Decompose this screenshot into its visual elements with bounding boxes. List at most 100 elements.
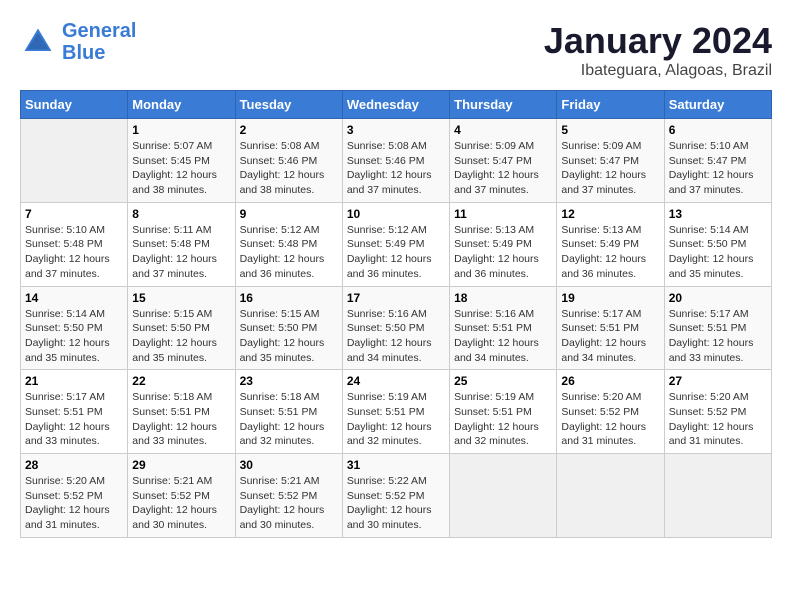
calendar-cell: 9 Sunrise: 5:12 AM Sunset: 5:48 PM Dayli… bbox=[235, 202, 342, 286]
day-number: 10 bbox=[347, 207, 445, 221]
logo-text: General Blue bbox=[62, 20, 136, 64]
day-number: 15 bbox=[132, 291, 230, 305]
day-number: 30 bbox=[240, 458, 338, 472]
calendar-cell: 21 Sunrise: 5:17 AM Sunset: 5:51 PM Dayl… bbox=[21, 370, 128, 454]
day-info: Sunrise: 5:16 AM Sunset: 5:51 PM Dayligh… bbox=[454, 307, 552, 366]
col-monday: Monday bbox=[128, 91, 235, 119]
day-number: 29 bbox=[132, 458, 230, 472]
day-info: Sunrise: 5:14 AM Sunset: 5:50 PM Dayligh… bbox=[669, 223, 767, 282]
title-block: January 2024 Ibateguara, Alagoas, Brazil bbox=[544, 20, 772, 80]
col-friday: Friday bbox=[557, 91, 664, 119]
calendar-cell bbox=[21, 119, 128, 203]
col-tuesday: Tuesday bbox=[235, 91, 342, 119]
day-number: 28 bbox=[25, 458, 123, 472]
day-info: Sunrise: 5:08 AM Sunset: 5:46 PM Dayligh… bbox=[240, 139, 338, 198]
calendar-cell: 23 Sunrise: 5:18 AM Sunset: 5:51 PM Dayl… bbox=[235, 370, 342, 454]
calendar-cell: 14 Sunrise: 5:14 AM Sunset: 5:50 PM Dayl… bbox=[21, 286, 128, 370]
calendar-cell: 26 Sunrise: 5:20 AM Sunset: 5:52 PM Dayl… bbox=[557, 370, 664, 454]
day-info: Sunrise: 5:20 AM Sunset: 5:52 PM Dayligh… bbox=[669, 390, 767, 449]
day-info: Sunrise: 5:12 AM Sunset: 5:49 PM Dayligh… bbox=[347, 223, 445, 282]
calendar-title: January 2024 bbox=[544, 20, 772, 62]
day-number: 22 bbox=[132, 374, 230, 388]
calendar-cell bbox=[557, 454, 664, 538]
day-number: 6 bbox=[669, 123, 767, 137]
day-number: 14 bbox=[25, 291, 123, 305]
calendar-cell: 22 Sunrise: 5:18 AM Sunset: 5:51 PM Dayl… bbox=[128, 370, 235, 454]
day-info: Sunrise: 5:13 AM Sunset: 5:49 PM Dayligh… bbox=[454, 223, 552, 282]
calendar-week-row: 1 Sunrise: 5:07 AM Sunset: 5:45 PM Dayli… bbox=[21, 119, 772, 203]
day-info: Sunrise: 5:11 AM Sunset: 5:48 PM Dayligh… bbox=[132, 223, 230, 282]
calendar-cell: 29 Sunrise: 5:21 AM Sunset: 5:52 PM Dayl… bbox=[128, 454, 235, 538]
day-number: 2 bbox=[240, 123, 338, 137]
day-info: Sunrise: 5:10 AM Sunset: 5:47 PM Dayligh… bbox=[669, 139, 767, 198]
day-info: Sunrise: 5:18 AM Sunset: 5:51 PM Dayligh… bbox=[132, 390, 230, 449]
day-info: Sunrise: 5:22 AM Sunset: 5:52 PM Dayligh… bbox=[347, 474, 445, 533]
day-number: 9 bbox=[240, 207, 338, 221]
col-sunday: Sunday bbox=[21, 91, 128, 119]
day-number: 24 bbox=[347, 374, 445, 388]
calendar-week-row: 14 Sunrise: 5:14 AM Sunset: 5:50 PM Dayl… bbox=[21, 286, 772, 370]
day-number: 11 bbox=[454, 207, 552, 221]
calendar-week-row: 21 Sunrise: 5:17 AM Sunset: 5:51 PM Dayl… bbox=[21, 370, 772, 454]
calendar-header-row: Sunday Monday Tuesday Wednesday Thursday… bbox=[21, 91, 772, 119]
day-info: Sunrise: 5:17 AM Sunset: 5:51 PM Dayligh… bbox=[669, 307, 767, 366]
calendar-cell: 4 Sunrise: 5:09 AM Sunset: 5:47 PM Dayli… bbox=[450, 119, 557, 203]
day-number: 16 bbox=[240, 291, 338, 305]
calendar-cell bbox=[664, 454, 771, 538]
calendar-cell: 24 Sunrise: 5:19 AM Sunset: 5:51 PM Dayl… bbox=[342, 370, 449, 454]
calendar-cell: 12 Sunrise: 5:13 AM Sunset: 5:49 PM Dayl… bbox=[557, 202, 664, 286]
day-number: 17 bbox=[347, 291, 445, 305]
calendar-cell: 6 Sunrise: 5:10 AM Sunset: 5:47 PM Dayli… bbox=[664, 119, 771, 203]
day-info: Sunrise: 5:17 AM Sunset: 5:51 PM Dayligh… bbox=[25, 390, 123, 449]
day-number: 1 bbox=[132, 123, 230, 137]
day-number: 21 bbox=[25, 374, 123, 388]
day-info: Sunrise: 5:19 AM Sunset: 5:51 PM Dayligh… bbox=[347, 390, 445, 449]
day-number: 7 bbox=[25, 207, 123, 221]
calendar-cell: 8 Sunrise: 5:11 AM Sunset: 5:48 PM Dayli… bbox=[128, 202, 235, 286]
day-info: Sunrise: 5:09 AM Sunset: 5:47 PM Dayligh… bbox=[454, 139, 552, 198]
day-info: Sunrise: 5:07 AM Sunset: 5:45 PM Dayligh… bbox=[132, 139, 230, 198]
day-info: Sunrise: 5:20 AM Sunset: 5:52 PM Dayligh… bbox=[25, 474, 123, 533]
calendar-cell: 19 Sunrise: 5:17 AM Sunset: 5:51 PM Dayl… bbox=[557, 286, 664, 370]
calendar-cell: 25 Sunrise: 5:19 AM Sunset: 5:51 PM Dayl… bbox=[450, 370, 557, 454]
calendar-cell: 5 Sunrise: 5:09 AM Sunset: 5:47 PM Dayli… bbox=[557, 119, 664, 203]
day-info: Sunrise: 5:10 AM Sunset: 5:48 PM Dayligh… bbox=[25, 223, 123, 282]
calendar-cell: 10 Sunrise: 5:12 AM Sunset: 5:49 PM Dayl… bbox=[342, 202, 449, 286]
day-number: 13 bbox=[669, 207, 767, 221]
day-number: 12 bbox=[561, 207, 659, 221]
day-number: 18 bbox=[454, 291, 552, 305]
calendar-cell: 17 Sunrise: 5:16 AM Sunset: 5:50 PM Dayl… bbox=[342, 286, 449, 370]
page-header: General Blue January 2024 Ibateguara, Al… bbox=[20, 20, 772, 80]
calendar-cell: 2 Sunrise: 5:08 AM Sunset: 5:46 PM Dayli… bbox=[235, 119, 342, 203]
day-info: Sunrise: 5:21 AM Sunset: 5:52 PM Dayligh… bbox=[132, 474, 230, 533]
col-thursday: Thursday bbox=[450, 91, 557, 119]
day-number: 3 bbox=[347, 123, 445, 137]
logo: General Blue bbox=[20, 20, 136, 64]
calendar-cell: 20 Sunrise: 5:17 AM Sunset: 5:51 PM Dayl… bbox=[664, 286, 771, 370]
day-number: 4 bbox=[454, 123, 552, 137]
calendar-cell: 31 Sunrise: 5:22 AM Sunset: 5:52 PM Dayl… bbox=[342, 454, 449, 538]
day-number: 19 bbox=[561, 291, 659, 305]
calendar-week-row: 7 Sunrise: 5:10 AM Sunset: 5:48 PM Dayli… bbox=[21, 202, 772, 286]
calendar-cell: 1 Sunrise: 5:07 AM Sunset: 5:45 PM Dayli… bbox=[128, 119, 235, 203]
day-info: Sunrise: 5:13 AM Sunset: 5:49 PM Dayligh… bbox=[561, 223, 659, 282]
calendar-cell: 16 Sunrise: 5:15 AM Sunset: 5:50 PM Dayl… bbox=[235, 286, 342, 370]
calendar-subtitle: Ibateguara, Alagoas, Brazil bbox=[544, 62, 772, 80]
day-info: Sunrise: 5:09 AM Sunset: 5:47 PM Dayligh… bbox=[561, 139, 659, 198]
day-info: Sunrise: 5:20 AM Sunset: 5:52 PM Dayligh… bbox=[561, 390, 659, 449]
calendar-cell bbox=[450, 454, 557, 538]
day-number: 25 bbox=[454, 374, 552, 388]
day-info: Sunrise: 5:08 AM Sunset: 5:46 PM Dayligh… bbox=[347, 139, 445, 198]
calendar-cell: 11 Sunrise: 5:13 AM Sunset: 5:49 PM Dayl… bbox=[450, 202, 557, 286]
calendar-cell: 7 Sunrise: 5:10 AM Sunset: 5:48 PM Dayli… bbox=[21, 202, 128, 286]
calendar-table: Sunday Monday Tuesday Wednesday Thursday… bbox=[20, 90, 772, 538]
day-number: 26 bbox=[561, 374, 659, 388]
calendar-cell: 13 Sunrise: 5:14 AM Sunset: 5:50 PM Dayl… bbox=[664, 202, 771, 286]
calendar-cell: 15 Sunrise: 5:15 AM Sunset: 5:50 PM Dayl… bbox=[128, 286, 235, 370]
day-number: 8 bbox=[132, 207, 230, 221]
calendar-cell: 27 Sunrise: 5:20 AM Sunset: 5:52 PM Dayl… bbox=[664, 370, 771, 454]
calendar-cell: 3 Sunrise: 5:08 AM Sunset: 5:46 PM Dayli… bbox=[342, 119, 449, 203]
day-info: Sunrise: 5:14 AM Sunset: 5:50 PM Dayligh… bbox=[25, 307, 123, 366]
day-info: Sunrise: 5:12 AM Sunset: 5:48 PM Dayligh… bbox=[240, 223, 338, 282]
day-info: Sunrise: 5:15 AM Sunset: 5:50 PM Dayligh… bbox=[240, 307, 338, 366]
